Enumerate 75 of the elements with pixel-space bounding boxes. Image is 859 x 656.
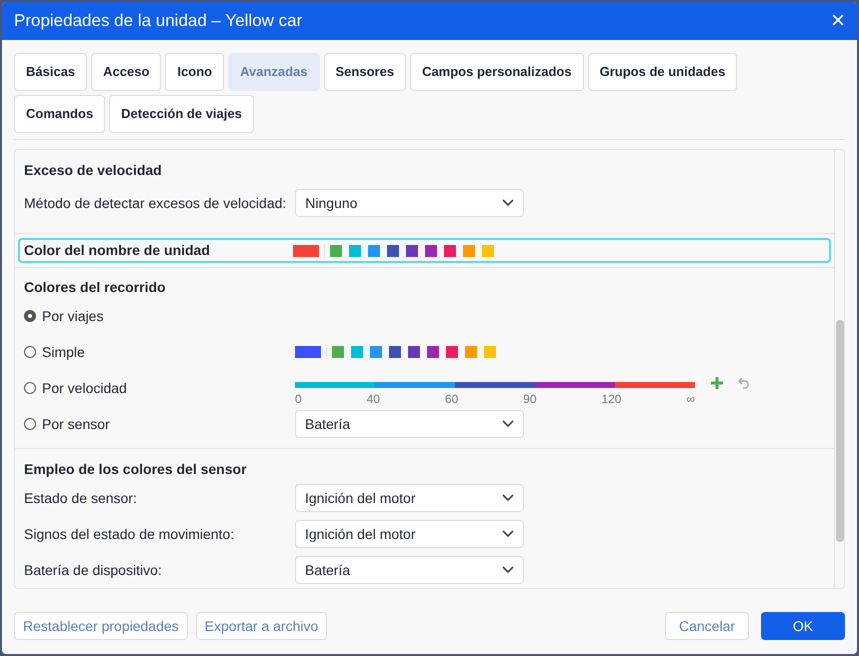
- color-swatch[interactable]: [465, 346, 477, 358]
- color-swatch[interactable]: [444, 244, 456, 256]
- tick-label: ∞: [686, 391, 695, 408]
- color-swatch[interactable]: [408, 346, 420, 358]
- tick-label: 0: [295, 391, 302, 408]
- current-color-swatch[interactable]: [295, 346, 321, 358]
- color-swatch[interactable]: [332, 346, 344, 358]
- chevron-icon: [502, 530, 514, 538]
- tab[interactable]: Grupos de unidades: [588, 53, 738, 91]
- add-icon[interactable]: [710, 376, 724, 390]
- tab[interactable]: Básicas: [14, 53, 88, 91]
- color-swatch[interactable]: [484, 346, 496, 358]
- tab[interactable]: Sensores: [324, 53, 406, 91]
- tab[interactable]: Comandos: [14, 95, 106, 133]
- color-row[interactable]: Color del nombre de unidad: [18, 238, 831, 263]
- radio-button[interactable]: [24, 418, 36, 430]
- chevron-icon: [502, 199, 514, 207]
- scrollbar-thumb[interactable]: [836, 320, 844, 542]
- cancel-button[interactable]: Cancelar: [665, 612, 749, 640]
- color-swatch[interactable]: [406, 244, 418, 256]
- section-title: Colores del recorrido: [24, 278, 167, 297]
- color-swatch[interactable]: [463, 244, 475, 256]
- dropdown[interactable]: Ninguno: [295, 189, 524, 217]
- color-swatch[interactable]: [482, 244, 494, 256]
- tab[interactable]: Campos personalizados: [410, 53, 584, 91]
- dropdown[interactable]: Ignición del motor: [295, 484, 524, 512]
- color-swatch[interactable]: [370, 346, 382, 358]
- color-swatch[interactable]: [351, 346, 363, 358]
- speed-range-segment[interactable]: [295, 382, 375, 388]
- radio-label[interactable]: Por sensor: [42, 414, 110, 434]
- current-color-swatch[interactable]: [293, 244, 319, 256]
- field-label: Batería de dispositivo:: [24, 560, 163, 580]
- dropdown[interactable]: Batería: [295, 556, 524, 584]
- scrollbar[interactable]: [834, 150, 844, 588]
- field-label: Estado de sensor:: [24, 488, 138, 508]
- tick-label: 40: [366, 391, 380, 408]
- chevron-icon: [502, 566, 514, 574]
- undo-icon[interactable]: [738, 377, 751, 389]
- window-title: Propiedades de la unidad – Yellow car: [14, 10, 302, 32]
- dropdown[interactable]: Ignición del motor: [295, 520, 524, 548]
- chevron-icon: [502, 494, 514, 502]
- color-swatch[interactable]: [425, 244, 437, 256]
- chevron-icon: [502, 420, 514, 428]
- color-swatch[interactable]: [389, 346, 401, 358]
- tab[interactable]: Detección de viajes: [109, 95, 254, 133]
- radio-label[interactable]: Por viajes: [42, 306, 104, 326]
- color-swatch[interactable]: [387, 244, 399, 256]
- footer-button[interactable]: Exportar a archivo: [196, 612, 328, 640]
- tick-label: 120: [601, 391, 622, 408]
- color-swatch[interactable]: [427, 346, 439, 358]
- color-swatch[interactable]: [330, 244, 342, 256]
- color-swatch[interactable]: [368, 244, 380, 256]
- dropdown[interactable]: Batería: [295, 410, 524, 438]
- close-button[interactable]: ×: [830, 9, 845, 33]
- section-title: Empleo de los colores del sensor: [24, 460, 248, 479]
- radio-button[interactable]: [24, 382, 36, 394]
- field-label: Signos del estado de movimiento:: [24, 524, 236, 544]
- speed-range-segment[interactable]: [535, 382, 615, 388]
- radio-button[interactable]: [24, 310, 36, 322]
- field-label: Método de detectar excesos de velocidad:: [24, 194, 286, 212]
- speed-range-segment[interactable]: [455, 382, 535, 388]
- ok-button[interactable]: OK: [761, 612, 845, 640]
- tab[interactable]: Icono: [165, 53, 224, 91]
- speed-range-segment[interactable]: [615, 382, 695, 388]
- tick-label: 60: [444, 391, 458, 408]
- tab[interactable]: Acceso: [91, 53, 162, 91]
- radio-label[interactable]: Por velocidad: [42, 378, 127, 398]
- tick-label: 90: [523, 391, 537, 408]
- radio-button[interactable]: [24, 346, 36, 358]
- color-swatch[interactable]: [349, 244, 361, 256]
- speed-range-segment[interactable]: [375, 382, 455, 388]
- section-title: Exceso de velocidad: [24, 161, 163, 180]
- radio-label[interactable]: Simple: [42, 342, 85, 362]
- color-swatch[interactable]: [446, 346, 458, 358]
- footer-button[interactable]: Restablecer propiedades: [14, 612, 188, 640]
